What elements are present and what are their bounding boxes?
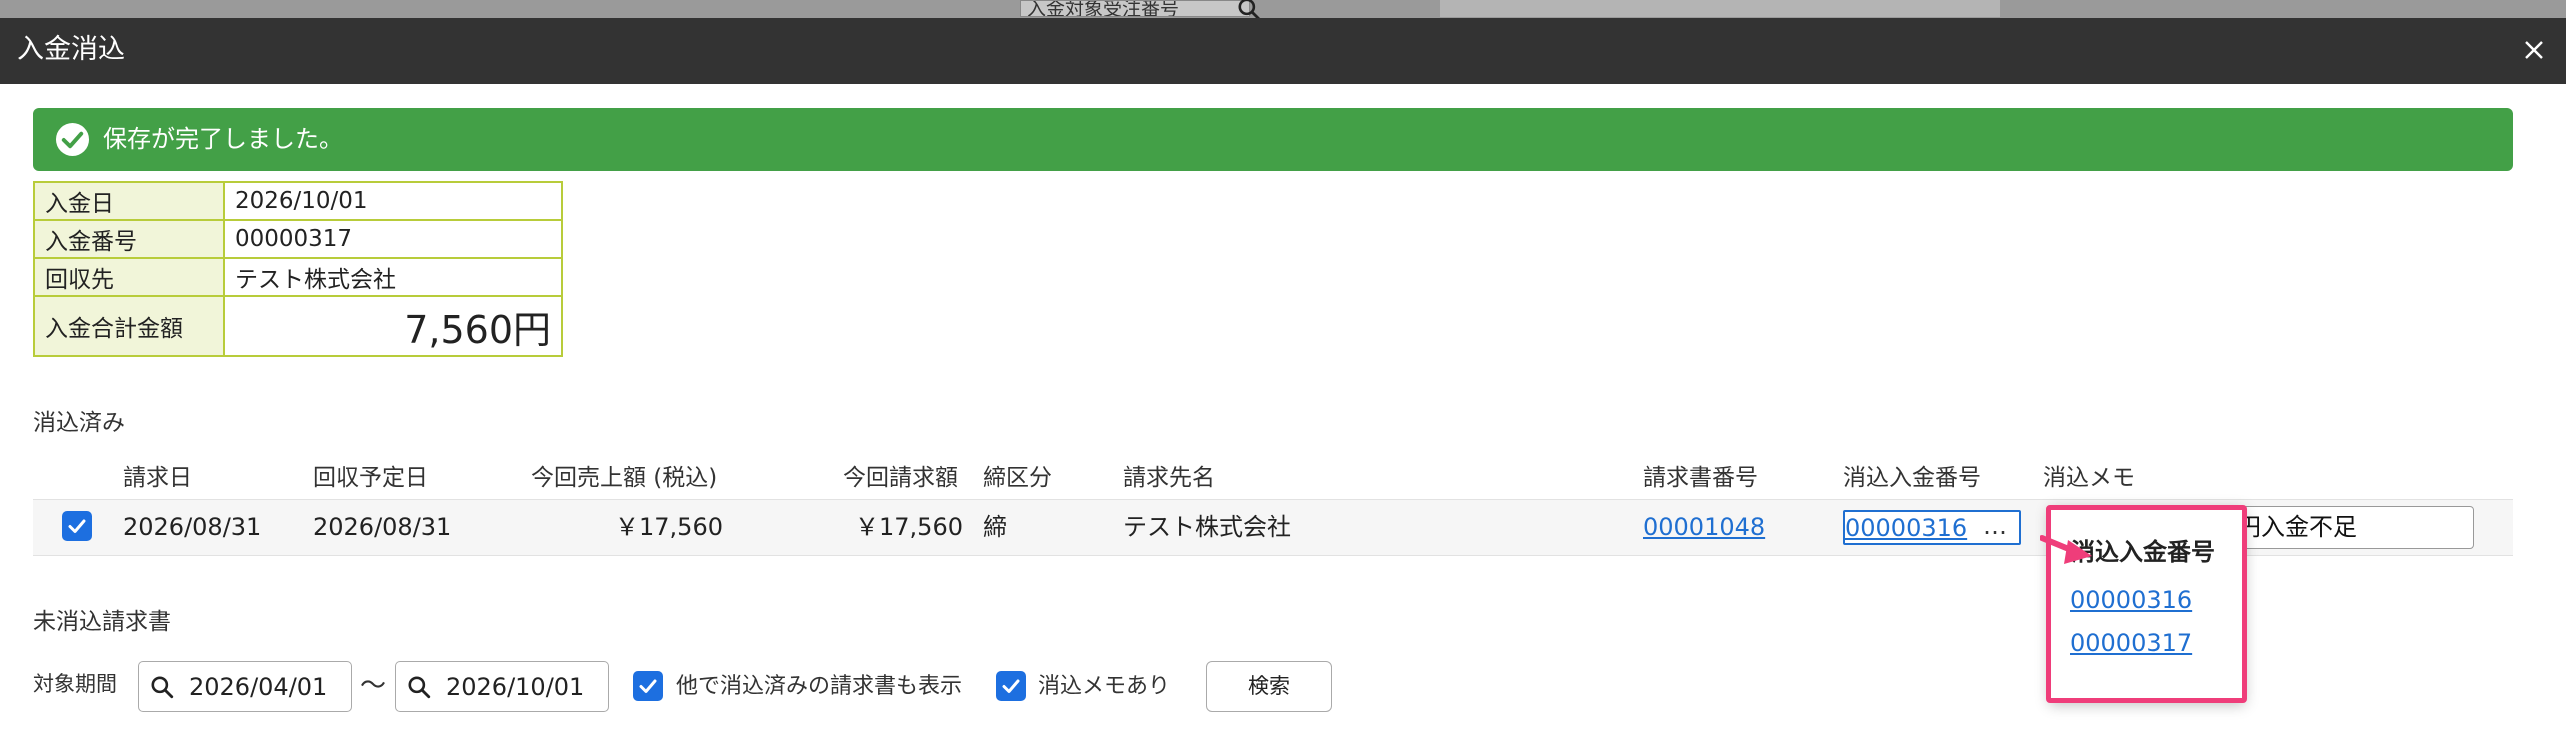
customer-label: 回収先 <box>33 257 225 297</box>
date-from-field[interactable]: 2026/04/01 <box>138 661 352 712</box>
background-app-strip <box>0 0 2566 18</box>
col-memo: 消込メモ <box>2043 465 2135 491</box>
deposit-date-label: 入金日 <box>33 181 225 221</box>
customer-value: テスト株式会社 <box>223 257 563 297</box>
col-deposit-no: 消込入金番号 <box>1843 465 1981 491</box>
date-from-value: 2026/04/01 <box>189 673 328 701</box>
checkmark-icon <box>639 679 657 693</box>
period-label: 対象期間 <box>33 672 117 696</box>
row-sales-amount: ￥17,560 <box>615 513 723 541</box>
popup-item-link[interactable]: 00000316 <box>2070 586 2192 614</box>
row-invoice-amount: ￥17,560 <box>855 513 963 541</box>
background-order-field: 入金対象受注番号 <box>1020 0 1250 17</box>
checkmark-icon <box>68 519 86 533</box>
close-icon <box>2525 41 2543 59</box>
date-to-value: 2026/10/01 <box>446 673 585 701</box>
background-panel <box>1440 0 2000 17</box>
checkmark-icon <box>1002 679 1020 693</box>
deposit-info-table: 入金日 2026/10/01 入金番号 00000317 回収先 テスト株式会社… <box>33 181 563 357</box>
modal-titlebar: 入金消込 <box>0 18 2566 84</box>
popup-item-link[interactable]: 00000317 <box>2070 629 2192 657</box>
range-tilde: 〜 <box>360 671 387 701</box>
check-circle-icon <box>55 122 90 157</box>
row-checkbox[interactable] <box>62 511 92 541</box>
deposit-no-selected: 00000316 <box>1845 514 1968 542</box>
col-invoice-amount: 今回請求額 <box>843 465 958 491</box>
row-due-date: 2026/08/31 <box>313 513 452 541</box>
unapplied-section-label: 未消込請求書 <box>33 609 171 635</box>
memo-value: 円入金不足 <box>2237 513 2357 541</box>
col-invoice-no: 請求書番号 <box>1643 465 1758 491</box>
col-closing-type: 締区分 <box>983 465 1052 491</box>
col-invoice-date: 請求日 <box>123 465 192 491</box>
search-icon <box>151 676 174 699</box>
col-sales-amount: 今回売上額 (税込) <box>531 465 718 491</box>
more-dots-icon: … <box>1983 512 2007 540</box>
pointer-arrow-icon <box>2040 535 2092 564</box>
memo-input[interactable]: 円入金不足 <box>2236 506 2474 549</box>
row-invoice-date: 2026/08/31 <box>123 513 262 541</box>
applied-section-label: 消込済み <box>33 410 125 436</box>
col-due-date: 回収予定日 <box>313 465 428 491</box>
success-alert: 保存が完了しました。 <box>33 108 2513 171</box>
deposit-no-selector[interactable]: 00000316 … <box>1843 510 2021 545</box>
date-to-field[interactable]: 2026/10/01 <box>395 661 609 712</box>
has-memo-checkbox[interactable] <box>996 671 1026 701</box>
search-button[interactable]: 検索 <box>1206 661 1332 712</box>
row-invoice-no-link[interactable]: 00001048 <box>1643 510 1765 544</box>
show-others-label: 他で消込済みの請求書も表示 <box>676 674 963 699</box>
total-amount-label: 入金合計金額 <box>33 295 225 357</box>
deposit-no-value: 00000317 <box>223 219 563 259</box>
deposit-date-value: 2026/10/01 <box>223 181 563 221</box>
row-billing-name: テスト株式会社 <box>1123 513 1291 541</box>
row-closing-type: 締 <box>983 513 1007 541</box>
col-billing-name: 請求先名 <box>1123 465 1215 491</box>
has-memo-label: 消込メモあり <box>1038 674 1171 699</box>
close-button[interactable] <box>2516 32 2552 68</box>
show-others-checkbox[interactable] <box>633 671 663 701</box>
modal-title: 入金消込 <box>17 34 125 65</box>
search-icon <box>408 676 431 699</box>
deposit-no-label: 入金番号 <box>33 219 225 259</box>
alert-message: 保存が完了しました。 <box>103 125 343 153</box>
total-amount-value: 7,560円 <box>223 295 563 357</box>
